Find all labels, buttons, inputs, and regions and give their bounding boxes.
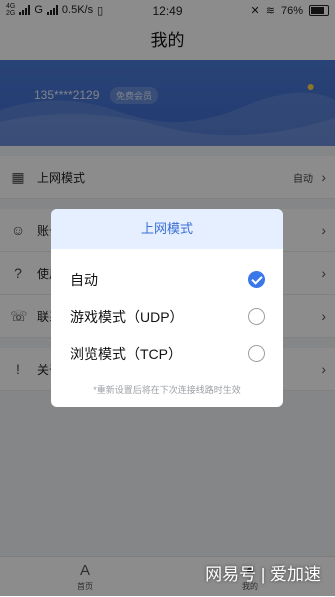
dialog-title: 上网模式 (51, 209, 283, 249)
radio-unchecked-icon[interactable] (248, 308, 265, 325)
option-auto[interactable]: 自动 (51, 261, 283, 298)
option-label: 游戏模式（UDP） (70, 308, 184, 325)
radio-unchecked-icon[interactable] (248, 345, 265, 362)
network-mode-dialog: 上网模式 自动 游戏模式（UDP） 浏览模式（TCP） *重新设置后将在下次连接… (51, 209, 283, 407)
option-browse-tcp[interactable]: 浏览模式（TCP） (51, 335, 283, 372)
dialog-note: *重新设置后将在下次连接线路时生效 (93, 385, 241, 395)
watermark: 网易号 | 爱加速 (205, 565, 321, 584)
option-label: 自动 (70, 271, 98, 288)
option-label: 浏览模式（TCP） (70, 345, 182, 362)
option-game-udp[interactable]: 游戏模式（UDP） (51, 298, 283, 335)
radio-checked-icon[interactable] (248, 271, 265, 288)
